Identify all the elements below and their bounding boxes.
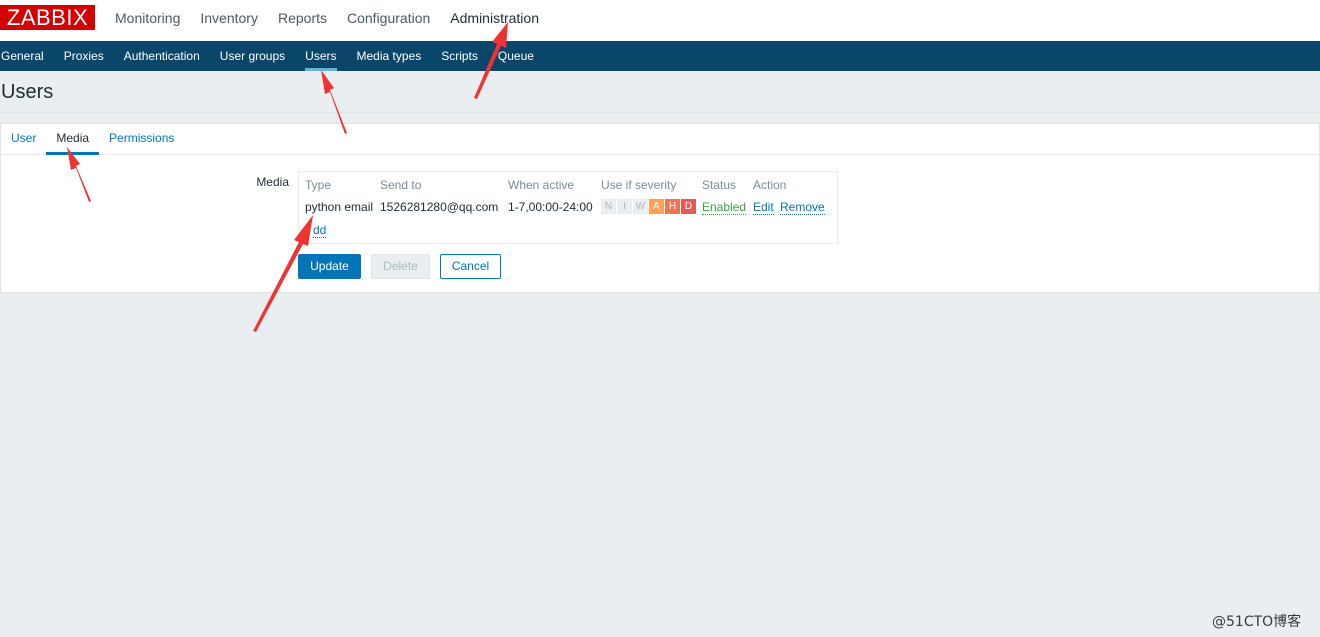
watermark: @51CTO博客 (1212, 614, 1302, 630)
media-send-to-value: 1526281280@qq.com (380, 200, 499, 214)
col-header-type: Type (305, 178, 332, 192)
top-header: ZABBIX Monitoring Inventory Reports Conf… (0, 0, 1320, 41)
submenu-users[interactable]: Users (295, 41, 346, 71)
sub-menu: General Proxies Authentication User grou… (0, 41, 1320, 71)
media-table: Type Send to When active Use if severity… (298, 171, 838, 244)
menu-monitoring[interactable]: Monitoring (105, 0, 190, 41)
submenu-authentication[interactable]: Authentication (114, 41, 210, 71)
submenu-general[interactable]: General (0, 41, 54, 71)
update-button[interactable]: Update (298, 254, 361, 279)
submenu-queue[interactable]: Queue (488, 41, 544, 71)
tab-user[interactable]: User (1, 124, 46, 154)
severity-information: I (617, 199, 632, 214)
severity-warning: W (633, 199, 648, 214)
severity-high: H (665, 199, 680, 214)
media-edit-link[interactable]: Edit (753, 200, 774, 215)
submenu-media-types[interactable]: Media types (347, 41, 432, 71)
menu-inventory[interactable]: Inventory (190, 0, 268, 41)
severity-not-classified: N (601, 199, 616, 214)
title-divider (0, 112, 1320, 113)
submenu-scripts[interactable]: Scripts (431, 41, 488, 71)
add-media-link[interactable]: dd (313, 223, 327, 238)
menu-reports[interactable]: Reports (268, 0, 337, 41)
severity-indicator: N I W A H D (601, 199, 697, 214)
tab-media[interactable]: Media (46, 124, 99, 155)
col-header-use-if-severity: Use if severity (601, 178, 677, 192)
media-type-value: python email (305, 200, 374, 214)
submenu-proxies[interactable]: Proxies (54, 41, 114, 71)
tab-permissions[interactable]: Permissions (99, 124, 184, 154)
media-when-active-value: 1-7,00:00-24:00 (508, 200, 593, 214)
media-remove-link[interactable]: Remove (780, 200, 825, 215)
user-form-panel: User Media Permissions Media Type Send t… (0, 123, 1320, 293)
media-status-toggle[interactable]: Enabled (702, 200, 747, 215)
annotation-arrows (67, 22, 508, 332)
page-title: Users (1, 81, 54, 103)
col-header-when-active: When active (508, 178, 575, 192)
col-header-action: Action (753, 178, 787, 192)
menu-configuration[interactable]: Configuration (337, 0, 440, 41)
media-label: Media (256, 175, 289, 189)
cancel-button[interactable]: Cancel (440, 254, 501, 279)
col-header-status: Status (702, 178, 737, 192)
col-header-send-to: Send to (380, 178, 422, 192)
submenu-user-groups[interactable]: User groups (210, 41, 295, 71)
menu-administration[interactable]: Administration (440, 0, 549, 41)
zabbix-logo[interactable]: ZABBIX (0, 5, 95, 30)
severity-average: A (649, 199, 664, 214)
delete-button[interactable]: Delete (371, 254, 430, 279)
severity-disaster: D (681, 199, 696, 214)
main-menu: Monitoring Inventory Reports Configurati… (105, 0, 549, 41)
form-tabs: User Media Permissions (1, 124, 1319, 155)
